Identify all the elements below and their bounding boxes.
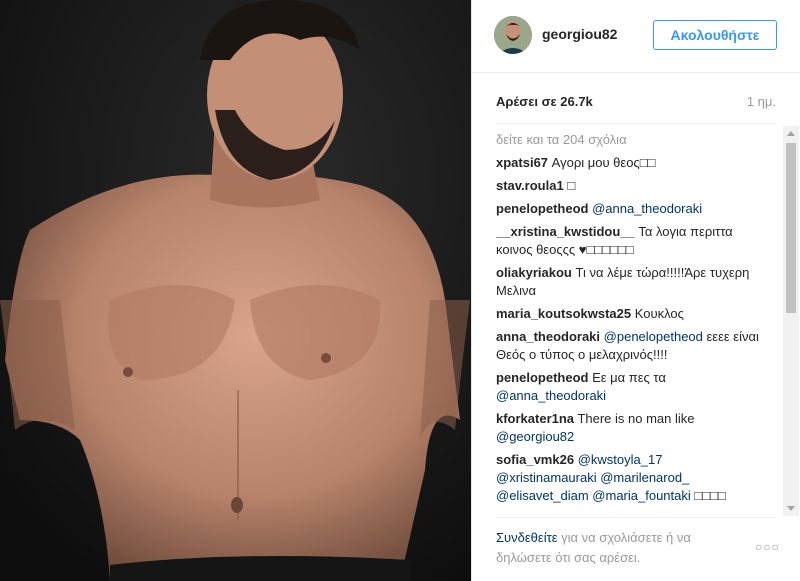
scroll-up-arrow-icon[interactable] xyxy=(787,131,795,136)
login-prompt: Συνδεθείτε για να σχολιάσετε ή να δηλώσε… xyxy=(496,528,736,568)
comments-list: δείτε και τα 204 σχόλια xpatsi67 Αγορι μ… xyxy=(496,131,766,513)
comment-mention[interactable]: @penelopetheod xyxy=(604,329,703,344)
scroll-down-arrow-icon[interactable] xyxy=(787,506,795,511)
post-username[interactable]: georgiou82 xyxy=(542,26,617,42)
likes-count[interactable]: Αρέσει σε 26.7k xyxy=(496,94,593,109)
post-header: georgiou82 Ακολουθήστε xyxy=(472,0,800,73)
likes-row: Αρέσει σε 26.7k 1 ημ. xyxy=(472,73,800,123)
comment-item: kforkater1na There is no man like @georg… xyxy=(496,410,766,446)
comment-text: Κουκλος xyxy=(634,306,684,321)
comment-username[interactable]: oliakyriakou xyxy=(496,265,572,280)
post-photo[interactable] xyxy=(0,0,471,581)
comment-username[interactable]: xpatsi67 xyxy=(496,155,548,170)
comment-item: __xristina_kwstidou__ Τα λογια περιττα κ… xyxy=(496,223,766,259)
comment-username[interactable]: penelopetheod xyxy=(496,201,588,216)
comment-item: anna_theodoraki @penelopetheod εεεε είνα… xyxy=(496,328,766,364)
comment-item: penelopetheod @anna_theodoraki xyxy=(496,200,766,218)
comment-item: oliakyriakou Τι να λέμε τώρα!!!!!Άρε τυχ… xyxy=(496,264,766,300)
avatar-image xyxy=(494,16,532,54)
comment-username[interactable]: __xristina_kwstidou__ xyxy=(496,224,635,239)
comment-mention[interactable]: @anna_theodoraki xyxy=(496,388,606,403)
comment-mention[interactable]: @georgiou82 xyxy=(496,429,574,444)
comment-text: Εε μα πες τα xyxy=(592,370,666,385)
comment-username[interactable]: anna_theodoraki xyxy=(496,329,600,344)
comment-mention[interactable]: @kwstoyla_17 xyxy=(578,452,663,467)
comment-username[interactable]: maria_koutsokwsta25 xyxy=(496,306,631,321)
comment-item: maria_koutsokwsta25 Κουκλος xyxy=(496,305,766,323)
comment-text: □□□□ xyxy=(694,488,726,503)
more-options-icon[interactable]: ○○○ xyxy=(755,540,780,554)
comment-username[interactable]: sofia_vmk26 xyxy=(496,452,574,467)
comment-mention[interactable]: @anna_theodoraki xyxy=(592,201,702,216)
comment-item: penelopetheod Εε μα πες τα @anna_theodor… xyxy=(496,369,766,405)
comment-username[interactable]: stav.roula1 xyxy=(496,178,564,193)
login-link[interactable]: Συνδεθείτε xyxy=(496,530,558,545)
user-avatar[interactable] xyxy=(494,16,532,54)
post-footer: Συνδεθείτε για να σχολιάσετε ή να δηλώσε… xyxy=(472,518,800,581)
comment-text: Αγορι μου θεος□□ xyxy=(551,155,656,170)
comment-item: sofia_vmk26 @kwstoyla_17 @xristinamaurak… xyxy=(496,451,766,505)
comment-text: □ xyxy=(567,178,576,193)
comment-mention[interactable]: @xristinamauraki @marilenarod_ @elisavet… xyxy=(496,470,691,503)
post-time[interactable]: 1 ημ. xyxy=(747,94,776,109)
comment-item: stav.roula1 □ xyxy=(496,177,766,195)
view-all-comments-link[interactable]: δείτε και τα 204 σχόλια xyxy=(496,131,766,149)
post-photo-image xyxy=(0,0,471,581)
scrollbar-thumb[interactable] xyxy=(786,143,796,313)
comment-username[interactable]: penelopetheod xyxy=(496,370,588,385)
comments-scrollbar[interactable] xyxy=(783,126,799,516)
comment-text: There is no man like xyxy=(577,411,695,426)
divider xyxy=(496,123,776,124)
post-sidebar: georgiou82 Ακολουθήστε Αρέσει σε 26.7k 1… xyxy=(471,0,800,581)
comment-username[interactable]: kforkater1na xyxy=(496,411,574,426)
comment-item: xpatsi67 Αγορι μου θεος□□ xyxy=(496,154,766,172)
follow-button[interactable]: Ακολουθήστε xyxy=(653,20,777,50)
